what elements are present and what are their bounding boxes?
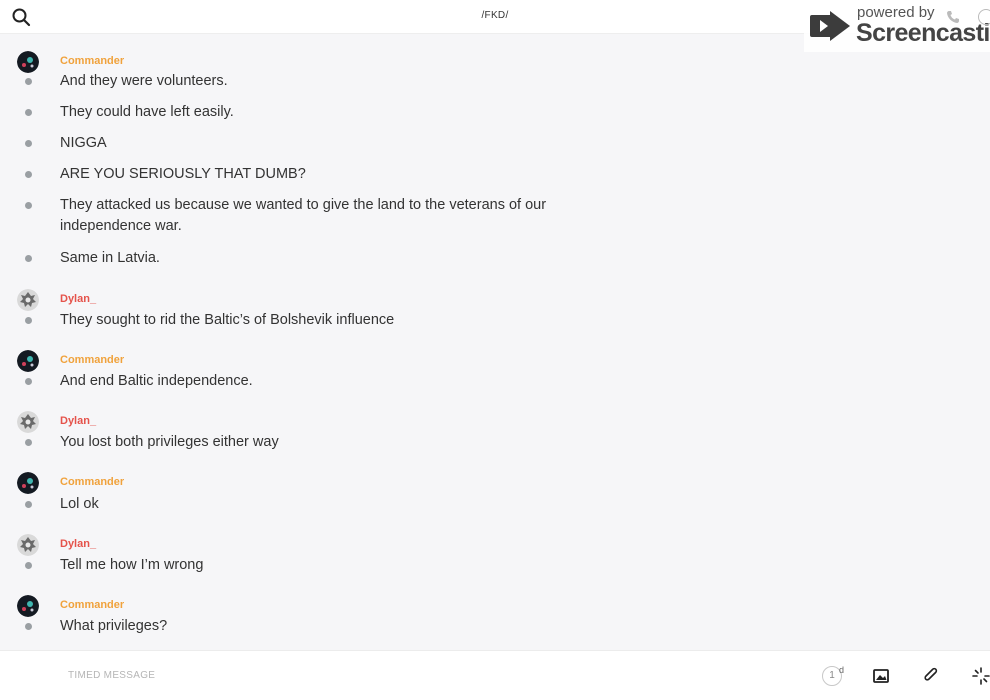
message-text: They attacked us because we wanted to gi…	[60, 197, 547, 234]
avatar-commander-image	[17, 595, 39, 617]
message-bullet	[25, 202, 32, 209]
message-bullet	[25, 439, 32, 446]
message-bullet	[25, 562, 32, 569]
message-author: Dylan_	[60, 538, 97, 550]
avatar-commander[interactable]	[17, 350, 39, 372]
message-list: Commander And they were volunteers. They…	[0, 34, 990, 650]
message-text: You lost both privileges either way	[60, 434, 279, 450]
sparkle-icon[interactable]	[972, 667, 990, 685]
message-author: Commander	[60, 55, 125, 67]
message-text: They sought to rid the Baltic’s of Bolsh…	[60, 312, 395, 328]
avatar-commander[interactable]	[17, 51, 39, 73]
message-bullet	[25, 623, 32, 630]
message-bullet	[25, 317, 32, 324]
avatar-dylan[interactable]	[17, 534, 39, 556]
message-bullet	[25, 171, 32, 178]
message-text: NIGGA	[60, 135, 107, 151]
message-text: Lol ok	[60, 496, 99, 512]
phone-icon[interactable]	[946, 10, 960, 24]
info-icon[interactable]	[978, 9, 990, 25]
message-author: Dylan_	[60, 415, 97, 427]
message-text: And end Baltic independence.	[60, 373, 253, 389]
message-author: Commander	[60, 476, 125, 488]
message-bullet	[25, 78, 32, 85]
timer-unit-label: d	[839, 665, 845, 675]
image-icon[interactable]	[872, 667, 890, 685]
message-bullet	[25, 140, 32, 147]
message-bullet	[25, 255, 32, 262]
message-text: ARE YOU SERIOUSLY THAT DUMB?	[60, 166, 306, 182]
message-author: Commander	[60, 599, 125, 611]
message-text: Same in Latvia.	[60, 250, 160, 266]
message-bullet	[25, 378, 32, 385]
avatar-dylan-image	[17, 289, 39, 311]
avatar-dylan-image	[17, 411, 39, 433]
avatar-commander-image	[17, 472, 39, 494]
message-author: Commander	[60, 354, 125, 366]
message-text: Tell me how I’m wrong	[60, 557, 204, 573]
avatar-dylan-image	[17, 534, 39, 556]
message-author: Dylan_	[60, 293, 97, 305]
message-input[interactable]: TIMED MESSAGE	[68, 670, 155, 681]
attachment-icon[interactable]	[922, 667, 940, 685]
avatar-commander[interactable]	[17, 472, 39, 494]
composer-bar: TIMED MESSAGE 1 d	[0, 650, 990, 700]
message-text: And they were volunteers.	[60, 73, 228, 89]
message-text: They could have left easily.	[60, 104, 234, 120]
avatar-commander-image	[17, 350, 39, 372]
avatar-commander[interactable]	[17, 595, 39, 617]
message-bullet	[25, 109, 32, 116]
message-bullet	[25, 501, 32, 508]
avatar-commander-image	[17, 51, 39, 73]
avatar-dylan[interactable]	[17, 289, 39, 311]
message-text: What privileges?	[60, 618, 168, 634]
avatar-dylan[interactable]	[17, 411, 39, 433]
